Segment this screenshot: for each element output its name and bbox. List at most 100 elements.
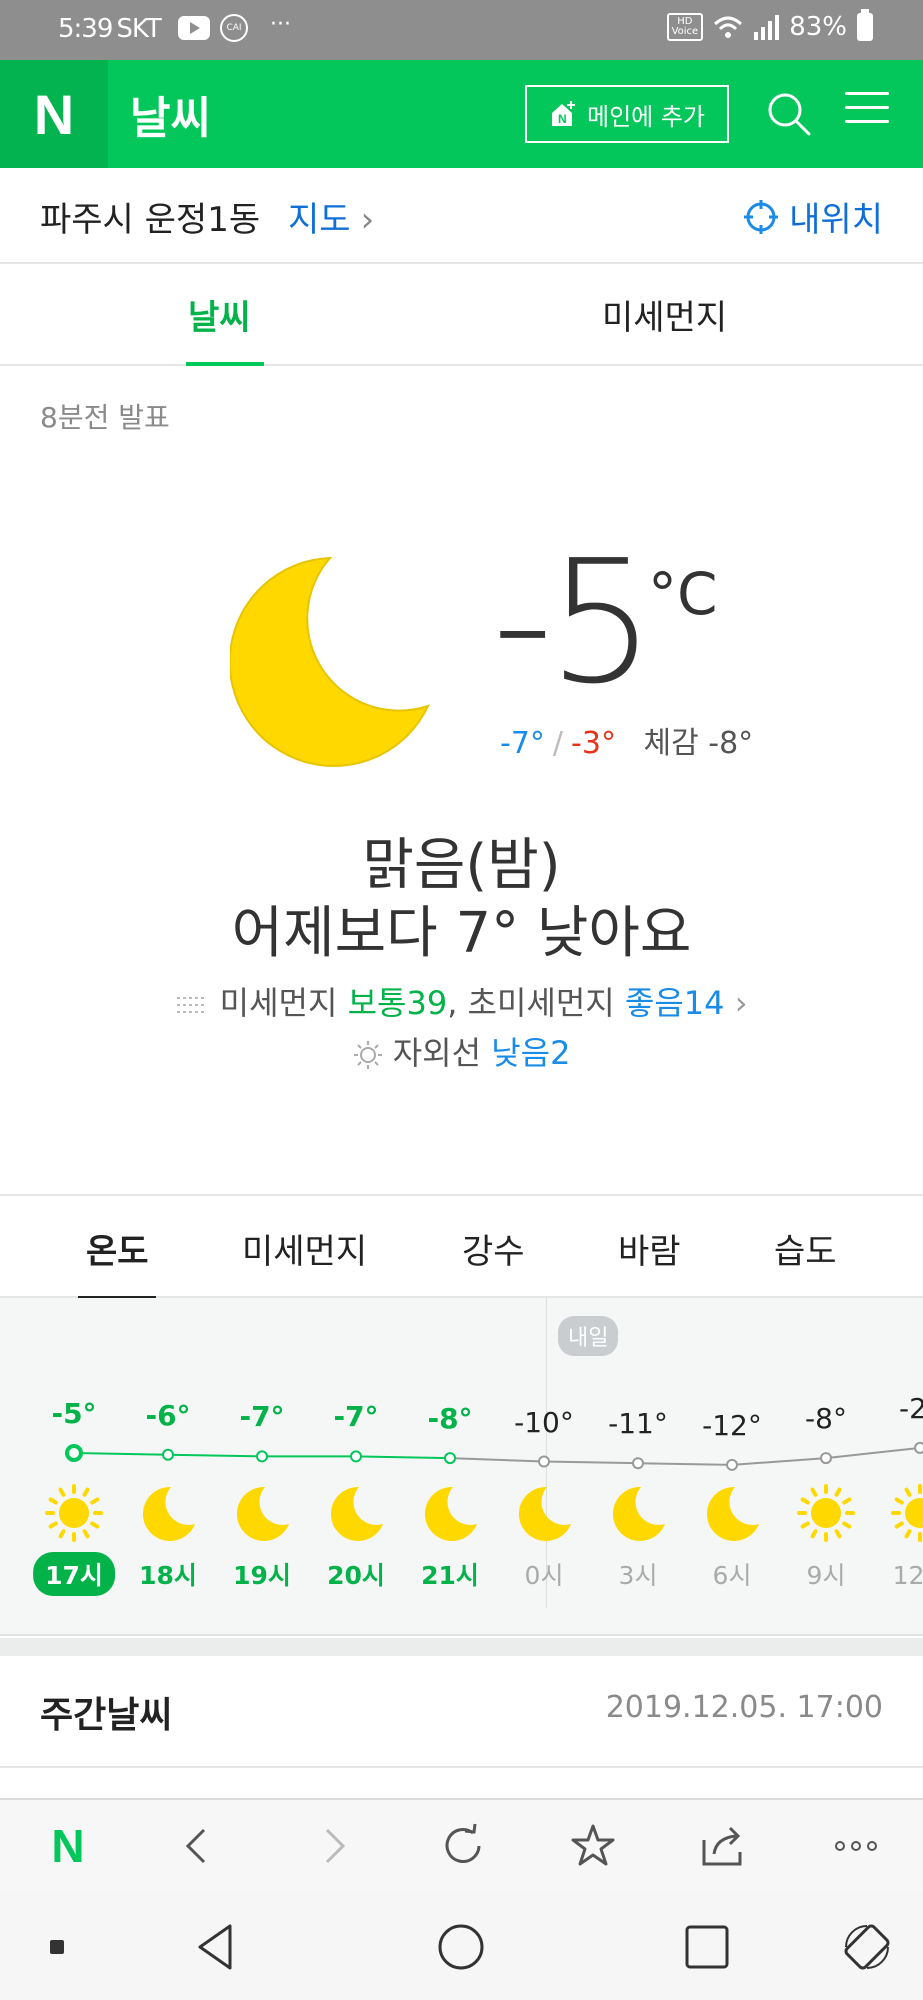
hourly-time: 0시 xyxy=(524,1561,564,1590)
dust-value: 보통39 xyxy=(347,984,448,1022)
recent-dot-icon[interactable] xyxy=(30,1920,84,1974)
clock: 5:39 xyxy=(58,14,113,44)
uv-summary: 자외선 낮음2 xyxy=(0,1028,923,1074)
hourly-temp: -8° xyxy=(805,1402,847,1436)
dust-label: 미세먼지 xyxy=(219,984,338,1022)
temperature-unit: °C xyxy=(648,560,718,628)
map-link[interactable]: 지도 › xyxy=(288,192,374,241)
tab-precipitation[interactable]: 강수 xyxy=(462,1224,525,1273)
weekly-date: 2019.12.05. 17:00 xyxy=(605,1690,883,1725)
hourly-time: 9시 xyxy=(806,1561,846,1590)
sun-icon xyxy=(891,1484,923,1542)
temperature-point xyxy=(162,1448,174,1461)
dust-icon xyxy=(177,997,208,1013)
hourly-temp: -7° xyxy=(333,1400,379,1434)
hourly-time: 18시 xyxy=(139,1561,197,1590)
feels-like-value: -8° xyxy=(708,726,754,761)
temperature-line-segment xyxy=(543,1460,639,1465)
temperature-line-segment xyxy=(637,1462,733,1466)
temperature-point xyxy=(444,1452,456,1465)
location-bar: 파주시 운정1동 지도 › 내위치 xyxy=(0,168,923,264)
uv-value: 낮음2 xyxy=(491,1034,571,1072)
tab-dust[interactable]: 미세먼지 xyxy=(242,1224,367,1273)
moon-icon xyxy=(706,1486,759,1541)
menu-bar xyxy=(845,120,889,123)
page-title: 날씨 xyxy=(130,93,211,144)
moon-icon xyxy=(518,1486,571,1541)
tab-wind[interactable]: 바람 xyxy=(618,1224,681,1273)
hourly-time: 21시 xyxy=(421,1561,479,1590)
naver-home-button[interactable]: N xyxy=(40,1818,96,1874)
app-header: N 날씨 N 메인에 추가 xyxy=(0,60,923,168)
min-temp: -7° xyxy=(500,726,545,761)
feels-like: 체감 -8° xyxy=(644,726,754,761)
notification-icons: CAI ··· xyxy=(178,12,291,42)
cai-icon: CAI xyxy=(220,14,248,42)
weekly-weather-header: 주간날씨 2019.12.05. 17:00 xyxy=(0,1656,923,1768)
tab-temperature[interactable]: 온도 xyxy=(86,1224,149,1273)
bookmark-star-icon[interactable] xyxy=(565,1818,621,1874)
signal-icon xyxy=(754,15,780,40)
carrier-label: SKT xyxy=(116,14,161,44)
temperature-line-segment xyxy=(167,1453,263,1458)
chevron-right-icon: › xyxy=(360,200,375,240)
menu-bar xyxy=(845,106,889,109)
dust-summary[interactable]: 미세먼지 보통39, 초미세먼지 좋음14 › xyxy=(0,978,923,1024)
sun-icon xyxy=(45,1484,103,1542)
tab-weather[interactable]: 날씨 xyxy=(188,290,251,339)
more-icon[interactable] xyxy=(828,1818,884,1874)
location-name: 파주시 운정1동 xyxy=(40,200,261,240)
temperature-line-segment xyxy=(355,1455,451,1460)
moon-icon xyxy=(424,1486,477,1541)
temperature-point xyxy=(726,1458,738,1471)
moon-icon xyxy=(142,1486,195,1541)
nav-recents-icon[interactable] xyxy=(680,1920,734,1974)
back-icon[interactable] xyxy=(170,1818,226,1874)
system-icons: HD Voice 83% xyxy=(666,9,873,42)
hourly-temp: -2° xyxy=(899,1391,923,1425)
wifi-icon xyxy=(714,16,743,38)
rotate-screen-icon[interactable] xyxy=(840,1920,894,1974)
refresh-icon[interactable] xyxy=(435,1818,491,1874)
home-add-icon: N xyxy=(551,101,575,126)
uv-sun-icon xyxy=(353,1041,382,1069)
hourly-time: 17시 xyxy=(33,1552,115,1596)
my-location-button[interactable]: 내위치 xyxy=(743,192,883,241)
hourly-time: 19시 xyxy=(233,1561,291,1590)
nav-back-icon[interactable] xyxy=(190,1920,244,1974)
current-temperature: -5 xyxy=(492,524,655,722)
share-icon[interactable] xyxy=(696,1818,752,1874)
hourly-forecast[interactable]: 내일 -5° 17시 -6° 18시 -7° 19시 -7° 20시 -8° 21시 -10° 0시 -… xyxy=(0,1298,923,1636)
naver-logo[interactable]: N xyxy=(0,60,108,168)
naver-home-letter: N xyxy=(51,1820,85,1872)
search-icon[interactable] xyxy=(763,88,815,140)
fine-dust-value: 좋음14 xyxy=(624,984,725,1022)
moon-icon xyxy=(330,1486,383,1541)
temperature-line-segment xyxy=(73,1452,169,1456)
voice-label: Voice xyxy=(671,26,699,37)
weekly-title: 주간날씨 xyxy=(40,1695,173,1736)
hourly-time: 12시 xyxy=(892,1561,923,1590)
add-to-main-button[interactable]: N 메인에 추가 xyxy=(525,85,729,143)
feels-like-label: 체감 xyxy=(643,726,699,761)
hourly-temp: -7° xyxy=(239,1400,285,1434)
youtube-icon xyxy=(178,16,210,40)
main-tabs: 날씨 미세먼지 xyxy=(0,266,923,366)
temperature-point xyxy=(256,1450,268,1463)
nav-home-icon[interactable] xyxy=(434,1920,488,1974)
battery-icon xyxy=(857,9,873,41)
fine-dust-label: , 초미세먼지 xyxy=(447,984,615,1022)
hourly-temp: -10° xyxy=(514,1405,574,1439)
svg-text:N: N xyxy=(558,112,567,126)
tab-fine-dust[interactable]: 미세먼지 xyxy=(602,290,727,339)
my-location-label: 내위치 xyxy=(789,200,883,240)
menu-bar xyxy=(845,92,889,95)
temperature-point xyxy=(350,1450,362,1463)
menu-icon[interactable] xyxy=(845,92,889,136)
add-to-main-label: 메인에 추가 xyxy=(586,102,706,131)
hourly-temp: -8° xyxy=(427,1402,473,1436)
hourly-temp: -12° xyxy=(702,1408,762,1442)
tab-humidity[interactable]: 습도 xyxy=(774,1224,837,1273)
tab-indicator xyxy=(186,362,264,366)
forward-icon[interactable] xyxy=(305,1818,361,1874)
